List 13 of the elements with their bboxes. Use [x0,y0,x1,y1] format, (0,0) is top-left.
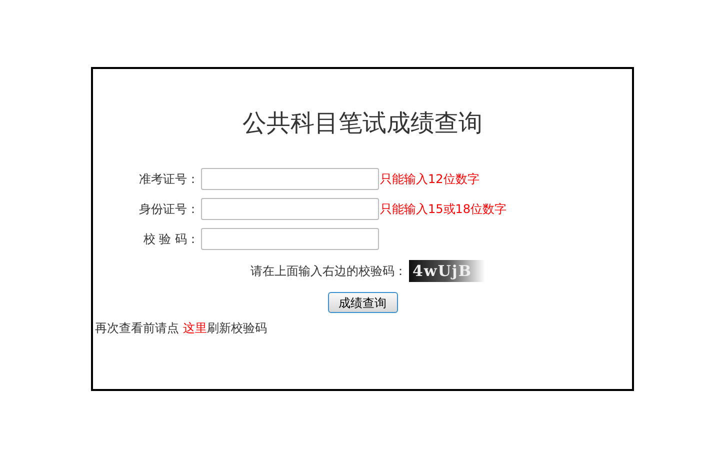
field-hint: 只能输入12位数字 [380,171,480,188]
field-label: 准考证号： [138,171,200,188]
page-title: 公共科目笔试成绩查询 [242,108,484,139]
field-hint: 只能输入15或18位数字 [380,201,507,218]
input-field[interactable] [201,168,379,190]
footer-note: 再次查看前请点 这里刷新校验码 [95,320,268,337]
input-field[interactable] [201,228,379,250]
input-field[interactable] [201,198,379,220]
field-label: 校 验 码： [142,231,200,248]
refresh-link[interactable]: 这里 [182,321,207,335]
captcha-prompt: 请在上面输入右边的校验码： [250,263,406,280]
submit-button[interactable]: 成绩查询 [328,292,398,313]
field-label: 身份证号： [138,201,200,218]
